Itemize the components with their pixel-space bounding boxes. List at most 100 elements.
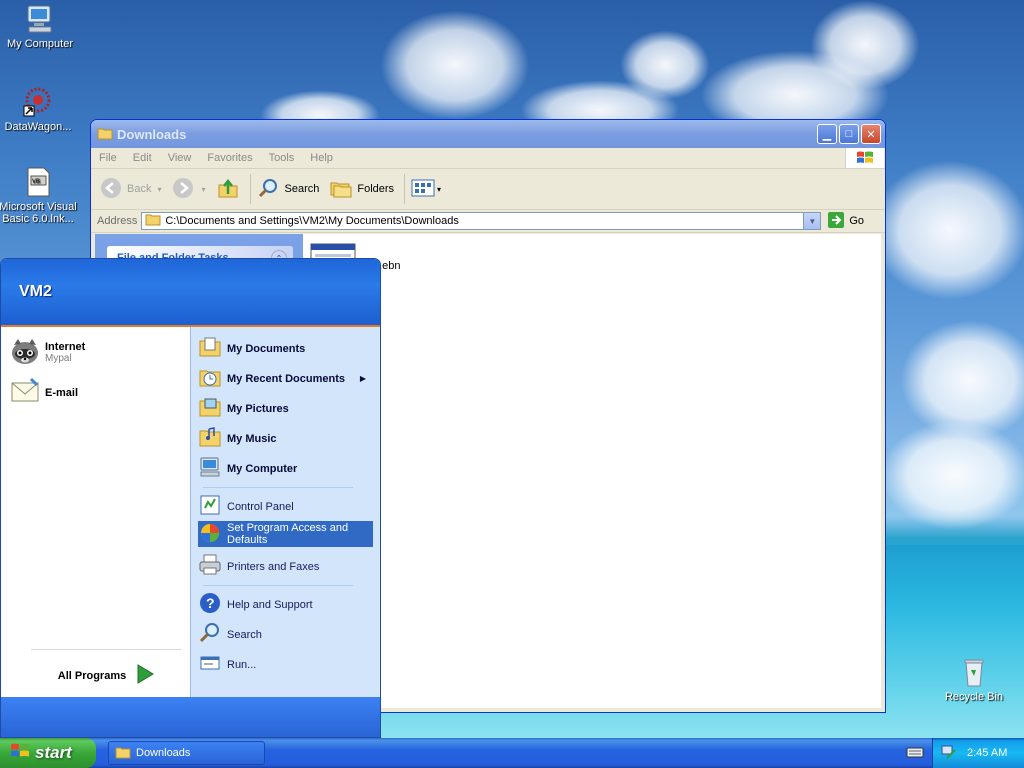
- up-folder-button[interactable]: [216, 176, 240, 203]
- set-program-access-label: Set Program Access and Defaults: [227, 522, 349, 546]
- menu-separator: [203, 585, 353, 586]
- clock[interactable]: 2:45 AM: [967, 747, 1007, 759]
- window-title: Downloads: [117, 126, 187, 142]
- run-item[interactable]: Run...: [198, 651, 373, 678]
- submenu-arrow-icon: ▶: [359, 374, 366, 383]
- start-menu: VM2 Internet Mypal E-mail All Programs M…: [0, 258, 381, 738]
- start-label: start: [35, 743, 72, 762]
- my-documents-item[interactable]: My Documents: [198, 335, 373, 362]
- forward-button[interactable]: ▾: [171, 176, 206, 203]
- taskbar: start Downloads 2:45 AM: [0, 738, 1024, 768]
- start-menu-footer: [1, 697, 380, 737]
- taskbar-button-downloads[interactable]: Downloads: [108, 741, 265, 765]
- search-button[interactable]: Search: [257, 176, 320, 203]
- desktop-icon-label: My Computer: [6, 38, 74, 50]
- control-panel-item[interactable]: Control Panel: [198, 493, 373, 520]
- search-icon: [257, 176, 281, 203]
- all-programs-label: All Programs: [57, 669, 127, 682]
- my-pictures-item[interactable]: My Pictures: [198, 395, 373, 422]
- back-arrow-icon: [99, 176, 123, 203]
- search-item[interactable]: Search: [198, 621, 373, 648]
- computer-icon: [198, 455, 222, 482]
- desktop: My Computer DataWagon... VB Microsoft Vi…: [0, 0, 1024, 738]
- cloud: [810, 0, 920, 90]
- desktop-icon-recycle-bin[interactable]: Recycle Bin: [934, 656, 1014, 703]
- chevron-down-icon: ▼: [808, 216, 817, 226]
- keyboard-icon[interactable]: [906, 745, 924, 762]
- window-titlebar[interactable]: Downloads ▁ □ ✕: [91, 120, 885, 148]
- minimize-button[interactable]: ▁: [817, 124, 837, 144]
- run-label: Run...: [227, 658, 257, 671]
- up-folder-icon: [216, 176, 240, 203]
- my-music-icon: [198, 425, 222, 452]
- cloud: [880, 420, 1024, 530]
- menu-edit[interactable]: Edit: [125, 152, 160, 164]
- address-dropdown-button[interactable]: ▼: [803, 213, 821, 229]
- my-documents-icon: [198, 335, 222, 362]
- address-path: C:\Documents and Settings\VM2\My Documen…: [165, 215, 459, 227]
- desktop-icon-label: Microsoft Visual Basic 6.0.lnk...: [0, 201, 77, 225]
- svg-text:?: ?: [206, 595, 215, 611]
- desktop-icon-datawagon[interactable]: DataWagon...: [0, 86, 78, 133]
- green-arrow-icon: [136, 664, 155, 687]
- toolbar-separator: [249, 174, 251, 204]
- cloud: [380, 10, 530, 120]
- datawagon-icon: [22, 86, 54, 118]
- desktop-icon-label: Recycle Bin: [944, 691, 1004, 703]
- desktop-icon-label: DataWagon...: [4, 121, 72, 133]
- go-label: Go: [849, 215, 865, 227]
- pinned-email[interactable]: E-mail: [9, 375, 78, 410]
- desktop-icon-vb6[interactable]: VB Microsoft Visual Basic 6.0.lnk...: [0, 166, 78, 225]
- all-programs-button[interactable]: All Programs: [31, 649, 181, 687]
- views-button[interactable]: ▾: [411, 178, 441, 201]
- address-bar: Address C:\Documents and Settings\VM2\My…: [91, 210, 885, 233]
- menu-file[interactable]: File: [91, 152, 125, 164]
- folders-icon: [329, 176, 353, 203]
- menu-view[interactable]: View: [160, 152, 200, 164]
- raccoon-browser-icon: [9, 335, 41, 370]
- my-computer-label: My Computer: [227, 462, 298, 475]
- standard-toolbar: Back ▾ ▾ Search Folders ▾: [91, 169, 885, 210]
- recent-documents-icon: [198, 365, 222, 392]
- network-icon[interactable]: [941, 744, 957, 763]
- windows-flag-icon: [845, 148, 884, 168]
- control-panel-icon: [198, 493, 222, 520]
- search-label: Search: [284, 183, 320, 195]
- my-music-item[interactable]: My Music: [198, 425, 373, 452]
- maximize-icon: □: [845, 128, 853, 140]
- my-recent-documents-item[interactable]: My Recent Documents ▶: [198, 365, 373, 392]
- search-label: Search: [227, 628, 262, 641]
- printers-faxes-item[interactable]: Printers and Faxes: [198, 553, 373, 580]
- start-menu-left-pane: Internet Mypal E-mail All Programs: [1, 327, 190, 697]
- address-input[interactable]: C:\Documents and Settings\VM2\My Documen…: [141, 212, 822, 230]
- desktop-icon-my-computer[interactable]: My Computer: [0, 3, 80, 50]
- folder-icon: [115, 745, 131, 762]
- address-label: Address: [97, 215, 138, 227]
- my-recent-documents-label: My Recent Documents: [227, 372, 345, 385]
- pinned-title: E-mail: [45, 386, 79, 399]
- menu-bar: File Edit View Favorites Tools Help: [91, 148, 885, 169]
- folders-button[interactable]: Folders: [329, 176, 394, 203]
- computer-icon: [24, 3, 56, 35]
- go-arrow-icon: [827, 211, 845, 232]
- folder-icon: [145, 213, 161, 229]
- help-support-item[interactable]: ? Help and Support: [198, 591, 373, 618]
- menu-tools[interactable]: Tools: [261, 152, 303, 164]
- windows-flag-icon: [10, 742, 30, 765]
- set-program-access-item[interactable]: Set Program Access and Defaults: [198, 521, 373, 547]
- menu-favorites[interactable]: Favorites: [199, 152, 260, 164]
- my-computer-item[interactable]: My Computer: [198, 455, 373, 482]
- go-button[interactable]: Go: [827, 211, 864, 232]
- menu-help[interactable]: Help: [302, 152, 341, 164]
- close-button[interactable]: ✕: [861, 124, 881, 144]
- vb-shortcut-icon: VB: [22, 166, 54, 198]
- back-button[interactable]: Back ▾: [99, 176, 161, 203]
- maximize-button[interactable]: □: [839, 124, 859, 144]
- pinned-internet[interactable]: Internet Mypal: [9, 335, 85, 370]
- start-button[interactable]: start: [0, 738, 96, 768]
- user-name: VM2: [19, 283, 52, 300]
- cloud: [870, 160, 1024, 300]
- pinned-title: Internet: [45, 341, 86, 353]
- printers-faxes-label: Printers and Faxes: [227, 560, 320, 573]
- minimize-icon: ▁: [822, 128, 832, 141]
